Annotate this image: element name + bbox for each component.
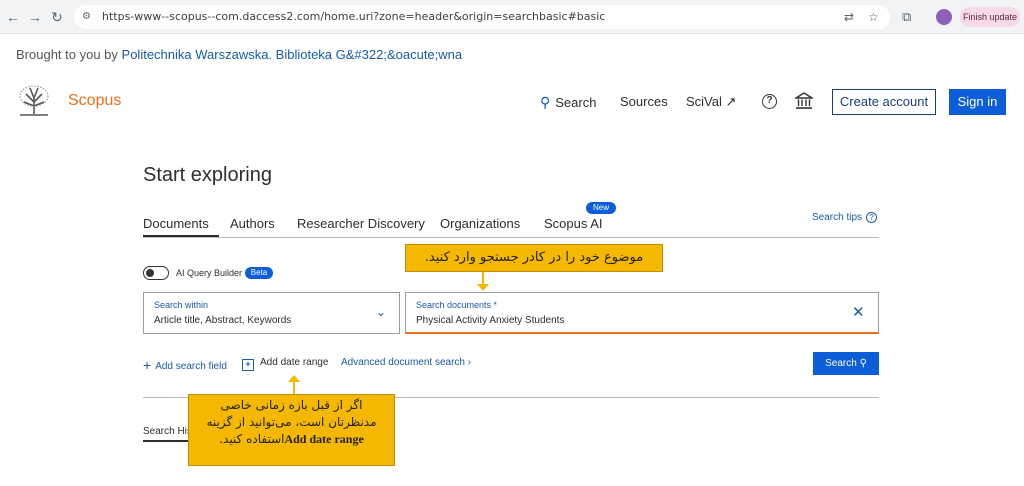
add-date-range-button[interactable]: + Add date range xyxy=(242,357,328,371)
nav-search-link[interactable]: ⚲ Search xyxy=(540,94,596,111)
add-search-field-button[interactable]: + Add search field xyxy=(143,357,227,373)
elsevier-tree-logo-icon[interactable] xyxy=(16,84,52,118)
ai-query-builder-toggle[interactable] xyxy=(143,266,169,280)
tab-documents[interactable]: Documents xyxy=(143,216,209,231)
toggle-knob xyxy=(146,268,154,277)
scopus-logo[interactable]: Scopus xyxy=(68,92,121,110)
search-documents-input[interactable]: Search documents * Physical Activity Anx… xyxy=(405,292,879,334)
search-button[interactable]: Search ⚲ xyxy=(813,352,879,375)
star-icon[interactable]: ☆ xyxy=(868,10,879,24)
add-search-field-label: Add search field xyxy=(155,361,227,372)
browser-toolbar: ← → ↻ ⚙ https-www--scopus--com.daccess2.… xyxy=(0,0,1024,34)
institution-icon[interactable] xyxy=(795,92,813,110)
forward-arrow-icon[interactable]: → xyxy=(26,8,44,26)
callout-enter-topic: موضوع خود را در کادر جستجو وارد کنید. xyxy=(405,244,663,272)
chevron-down-icon: ⌄ xyxy=(376,305,387,319)
nav-search-label: Search xyxy=(555,95,597,110)
search-button-label: Search xyxy=(825,358,857,369)
profile-avatar[interactable] xyxy=(936,9,952,25)
search-within-value: Article title, Abstract, Keywords xyxy=(154,315,292,326)
institution-banner: Brought to you by Politechnika Warszawsk… xyxy=(16,47,462,62)
search-documents-label: Search documents * xyxy=(416,300,498,310)
callout-line-3-suffix: استفاده کنید. xyxy=(219,432,285,446)
search-within-select[interactable]: Search within Article title, Abstract, K… xyxy=(143,292,400,334)
sign-in-button[interactable]: Sign in xyxy=(949,89,1006,115)
tabs-divider xyxy=(143,237,879,238)
callout-line-1: اگر از قبل بازه زمانی خاصی xyxy=(220,398,363,412)
search-tips-link[interactable]: Search tips? xyxy=(812,212,878,224)
calendar-plus-icon: + xyxy=(242,359,254,371)
beta-badge: Beta xyxy=(245,267,273,279)
nav-sources-link[interactable]: Sources xyxy=(620,94,668,109)
callout-line-2: مدنظرتان است، می‌توانید از گزینه xyxy=(206,415,377,429)
clear-icon[interactable]: ✕ xyxy=(852,303,865,321)
banner-prefix: Brought to you by xyxy=(16,47,118,62)
nav-scival-link[interactable]: SciVal ↗ xyxy=(686,94,736,110)
search-icon: ⚲ xyxy=(859,358,867,369)
new-badge: New xyxy=(586,202,616,214)
page-title: Start exploring xyxy=(143,164,272,186)
add-date-range-label: Add date range xyxy=(260,357,329,368)
ai-query-builder-label: AI Query Builder xyxy=(176,268,243,278)
callout-date-range: اگر از قبل بازه زمانی خاصی مدنظرتان است،… xyxy=(188,394,395,466)
plus-icon: + xyxy=(143,357,152,373)
help-icon[interactable]: ? xyxy=(762,94,777,109)
extensions-icon[interactable]: ⧉ xyxy=(902,9,911,25)
callout-arrow-head xyxy=(477,284,489,291)
tab-researcher-discovery[interactable]: Researcher Discovery xyxy=(297,216,425,231)
advanced-search-link[interactable]: Advanced document search › xyxy=(341,357,471,368)
question-circle-icon: ? xyxy=(866,212,878,223)
tab-scopus-ai[interactable]: Scopus AI xyxy=(544,216,603,231)
search-tips-label: Search tips xyxy=(812,212,863,224)
callout-bold-text: Add date range xyxy=(284,432,364,446)
create-account-button[interactable]: Create account xyxy=(832,89,936,115)
callout-line-3: Add date rangeاستفاده کنید. xyxy=(189,431,394,448)
url-text: https-www--scopus--com.daccess2.com/home… xyxy=(102,10,606,23)
callout-arrow-head xyxy=(288,375,300,382)
search-within-label: Search within xyxy=(154,300,209,310)
address-bar[interactable]: ⚙ https-www--scopus--com.daccess2.com/ho… xyxy=(74,5,890,29)
search-documents-value: Physical Activity Anxiety Students xyxy=(416,315,565,326)
translate-icon[interactable]: ⇄ xyxy=(844,10,854,24)
reload-icon[interactable]: ↻ xyxy=(48,8,66,26)
search-history-tab[interactable]: Search His xyxy=(143,426,192,437)
finish-update-button[interactable]: Finish update xyxy=(960,7,1020,27)
back-arrow-icon[interactable]: ← xyxy=(4,8,22,26)
tab-authors[interactable]: Authors xyxy=(230,216,275,231)
search-icon: ⚲ xyxy=(540,94,551,110)
site-info-icon[interactable]: ⚙ xyxy=(82,10,96,24)
institution-link[interactable]: Politechnika Warszawska. Biblioteka G&#3… xyxy=(122,47,463,62)
tab-organizations[interactable]: Organizations xyxy=(440,216,520,231)
